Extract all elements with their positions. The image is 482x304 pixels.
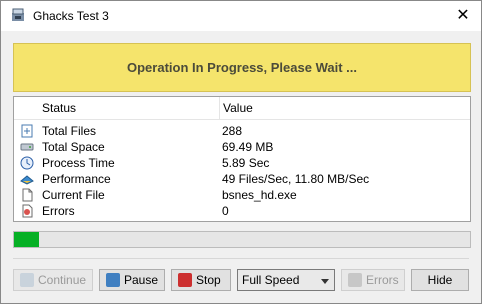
divider: [13, 258, 469, 259]
row-value: 49 Files/Sec, 11.80 MB/Sec: [222, 172, 370, 186]
errors-label: Errors: [366, 273, 399, 287]
table-row: Current File bsnes_hd.exe: [14, 187, 470, 203]
row-value: 288: [222, 124, 243, 138]
table-row: Performance 49 Files/Sec, 11.80 MB/Sec: [14, 171, 470, 187]
continue-label: Continue: [38, 273, 87, 287]
progress-bar: [13, 231, 471, 248]
pause-icon: [106, 273, 120, 287]
window-title: Ghacks Test 3: [33, 9, 109, 23]
clock-icon: [20, 156, 34, 170]
app-icon: [12, 8, 24, 21]
row-value: 69.49 MB: [222, 140, 274, 154]
row-value: 0: [222, 204, 229, 218]
row-label: Total Space: [42, 140, 105, 154]
speed-select[interactable]: Full Speed: [237, 269, 335, 291]
continue-button[interactable]: Continue: [13, 269, 93, 291]
disk-icon: [20, 143, 34, 151]
table-row: Total Space 69.49 MB: [14, 139, 470, 155]
row-label: Errors: [42, 204, 75, 218]
row-label: Current File: [42, 188, 105, 202]
hide-button[interactable]: Hide: [411, 269, 469, 291]
row-value: bsnes_hd.exe: [222, 188, 297, 202]
stop-button[interactable]: Stop: [171, 269, 231, 291]
table-row: Total Files 288: [14, 123, 470, 139]
files-icon: [21, 124, 33, 138]
app-window: Ghacks Test 3 ✕ Operation In Progress, P…: [0, 0, 482, 304]
errors-button[interactable]: Errors: [341, 269, 405, 291]
row-label: Process Time: [42, 156, 115, 170]
table-row: Errors 0: [14, 203, 470, 219]
pause-button[interactable]: Pause: [99, 269, 165, 291]
hide-label: Hide: [427, 273, 453, 287]
stop-icon: [178, 273, 192, 287]
status-banner: Operation In Progress, Please Wait ...: [13, 43, 471, 92]
stats-table: Status Value Total Files 288 Total Space…: [13, 96, 471, 222]
error-icon: [22, 204, 33, 218]
play-icon: [20, 273, 34, 287]
stop-label: Stop: [196, 273, 221, 287]
pause-label: Pause: [124, 273, 159, 287]
table-row: Process Time 5.89 Sec: [14, 155, 470, 171]
progress-fill: [14, 232, 39, 247]
row-label: Total Files: [42, 124, 97, 138]
error-icon: [348, 273, 362, 287]
chevron-down-icon: [321, 279, 329, 284]
row-value: 5.89 Sec: [222, 156, 270, 170]
close-button[interactable]: ✕: [445, 1, 481, 31]
speed-select-value: Full Speed: [242, 273, 300, 287]
column-header-value: Value: [223, 101, 253, 115]
column-header-status: Status: [42, 101, 77, 115]
title-bar: Ghacks Test 3 ✕: [1, 1, 481, 31]
speed-icon: [20, 175, 34, 185]
table-header: Status Value: [14, 97, 470, 120]
column-divider[interactable]: [219, 97, 220, 119]
file-icon: [22, 188, 33, 202]
row-label: Performance: [42, 172, 111, 186]
